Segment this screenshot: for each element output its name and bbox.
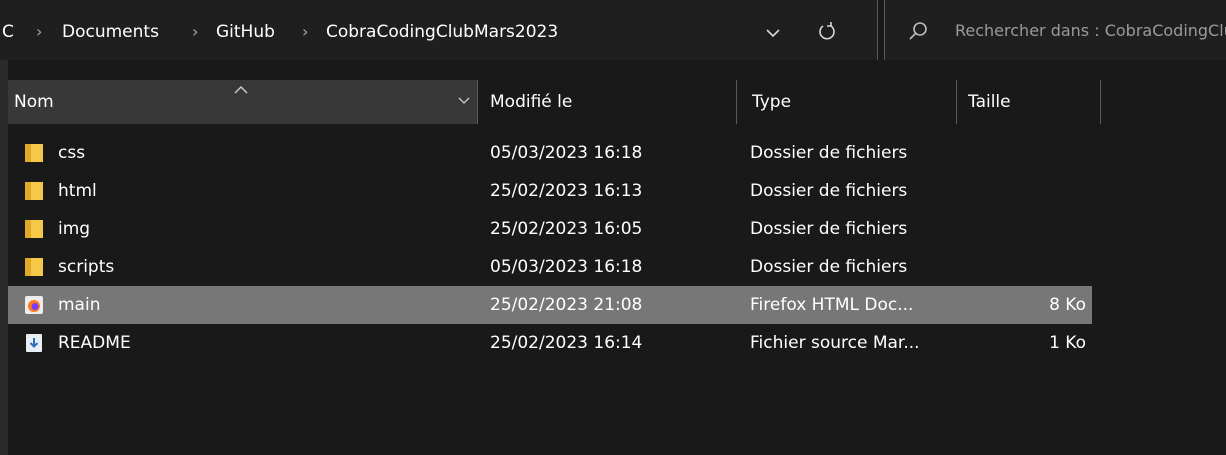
column-divider[interactable] (956, 80, 957, 124)
file-type: Fichier source Mar... (750, 333, 920, 353)
markdown-file-icon (26, 334, 42, 352)
search-icon (909, 22, 927, 40)
file-modified: 05/03/2023 16:18 (490, 143, 643, 163)
search-box[interactable] (884, 0, 1226, 60)
column-divider[interactable] (736, 80, 737, 124)
file-modified: 25/02/2023 16:13 (490, 181, 643, 201)
file-modified: 25/02/2023 21:08 (490, 295, 643, 315)
search-input[interactable] (955, 18, 1226, 42)
file-modified: 05/03/2023 16:18 (490, 257, 643, 277)
file-row[interactable]: html 25/02/2023 16:13 Dossier de fichier… (8, 172, 1092, 210)
file-row-selected[interactable]: main 25/02/2023 21:08 Firefox HTML Doc..… (8, 286, 1092, 324)
file-name: main (58, 295, 101, 315)
breadcrumb-current-folder[interactable]: CobraCodingClubMars2023 (326, 22, 558, 42)
folder-icon (25, 258, 43, 276)
file-type: Firefox HTML Doc... (750, 295, 914, 315)
file-name: scripts (58, 257, 115, 277)
file-name: README (58, 333, 131, 353)
firefox-html-icon (25, 296, 43, 314)
address-history-dropdown[interactable] (760, 20, 786, 46)
breadcrumb-separator[interactable]: › (302, 22, 308, 42)
file-type: Dossier de fichiers (750, 181, 908, 201)
breadcrumb-github[interactable]: GitHub (216, 22, 275, 42)
folder-icon (25, 182, 43, 200)
file-name: css (58, 143, 86, 163)
file-size: 8 Ko (1049, 295, 1086, 315)
breadcrumb-separator[interactable]: › (36, 22, 42, 42)
folder-icon (25, 220, 43, 238)
file-row[interactable]: README 25/02/2023 16:14 Fichier source M… (8, 324, 1092, 362)
file-row[interactable]: css 05/03/2023 16:18 Dossier de fichiers (8, 134, 1092, 172)
column-header-row: Nom Modifié le Type Taille (0, 80, 1226, 124)
column-header-modified[interactable]: Modifié le (490, 92, 572, 112)
breadcrumb-separator[interactable]: › (192, 22, 198, 42)
file-name: img (58, 219, 91, 239)
column-header-type[interactable]: Type (752, 92, 791, 112)
file-type: Dossier de fichiers (750, 143, 908, 163)
file-name: html (58, 181, 97, 201)
breadcrumb-pc[interactable]: C (2, 22, 14, 42)
breadcrumb-documents[interactable]: Documents (62, 22, 159, 42)
address-bar[interactable]: C › Documents › GitHub › CobraCodingClub… (0, 0, 878, 60)
file-type: Dossier de fichiers (750, 219, 908, 239)
file-size: 1 Ko (1049, 333, 1086, 353)
file-row[interactable]: img 25/02/2023 16:05 Dossier de fichiers (8, 210, 1092, 248)
column-header-name-label: Nom (14, 92, 54, 112)
file-type: Dossier de fichiers (750, 257, 908, 277)
column-divider[interactable] (1100, 80, 1101, 124)
left-pane-edge (0, 0, 8, 455)
column-header-size[interactable]: Taille (968, 92, 1011, 112)
refresh-icon (819, 22, 835, 40)
file-row[interactable]: scripts 05/03/2023 16:18 Dossier de fich… (8, 248, 1092, 286)
refresh-button[interactable] (812, 18, 842, 46)
column-filter-chevron-icon[interactable] (456, 94, 472, 108)
file-modified: 25/02/2023 16:05 (490, 219, 643, 239)
file-modified: 25/02/2023 16:14 (490, 333, 643, 353)
column-header-name[interactable]: Nom (8, 80, 478, 124)
folder-icon (25, 144, 43, 162)
sort-ascending-icon (234, 86, 248, 94)
chevron-down-icon (766, 29, 780, 38)
